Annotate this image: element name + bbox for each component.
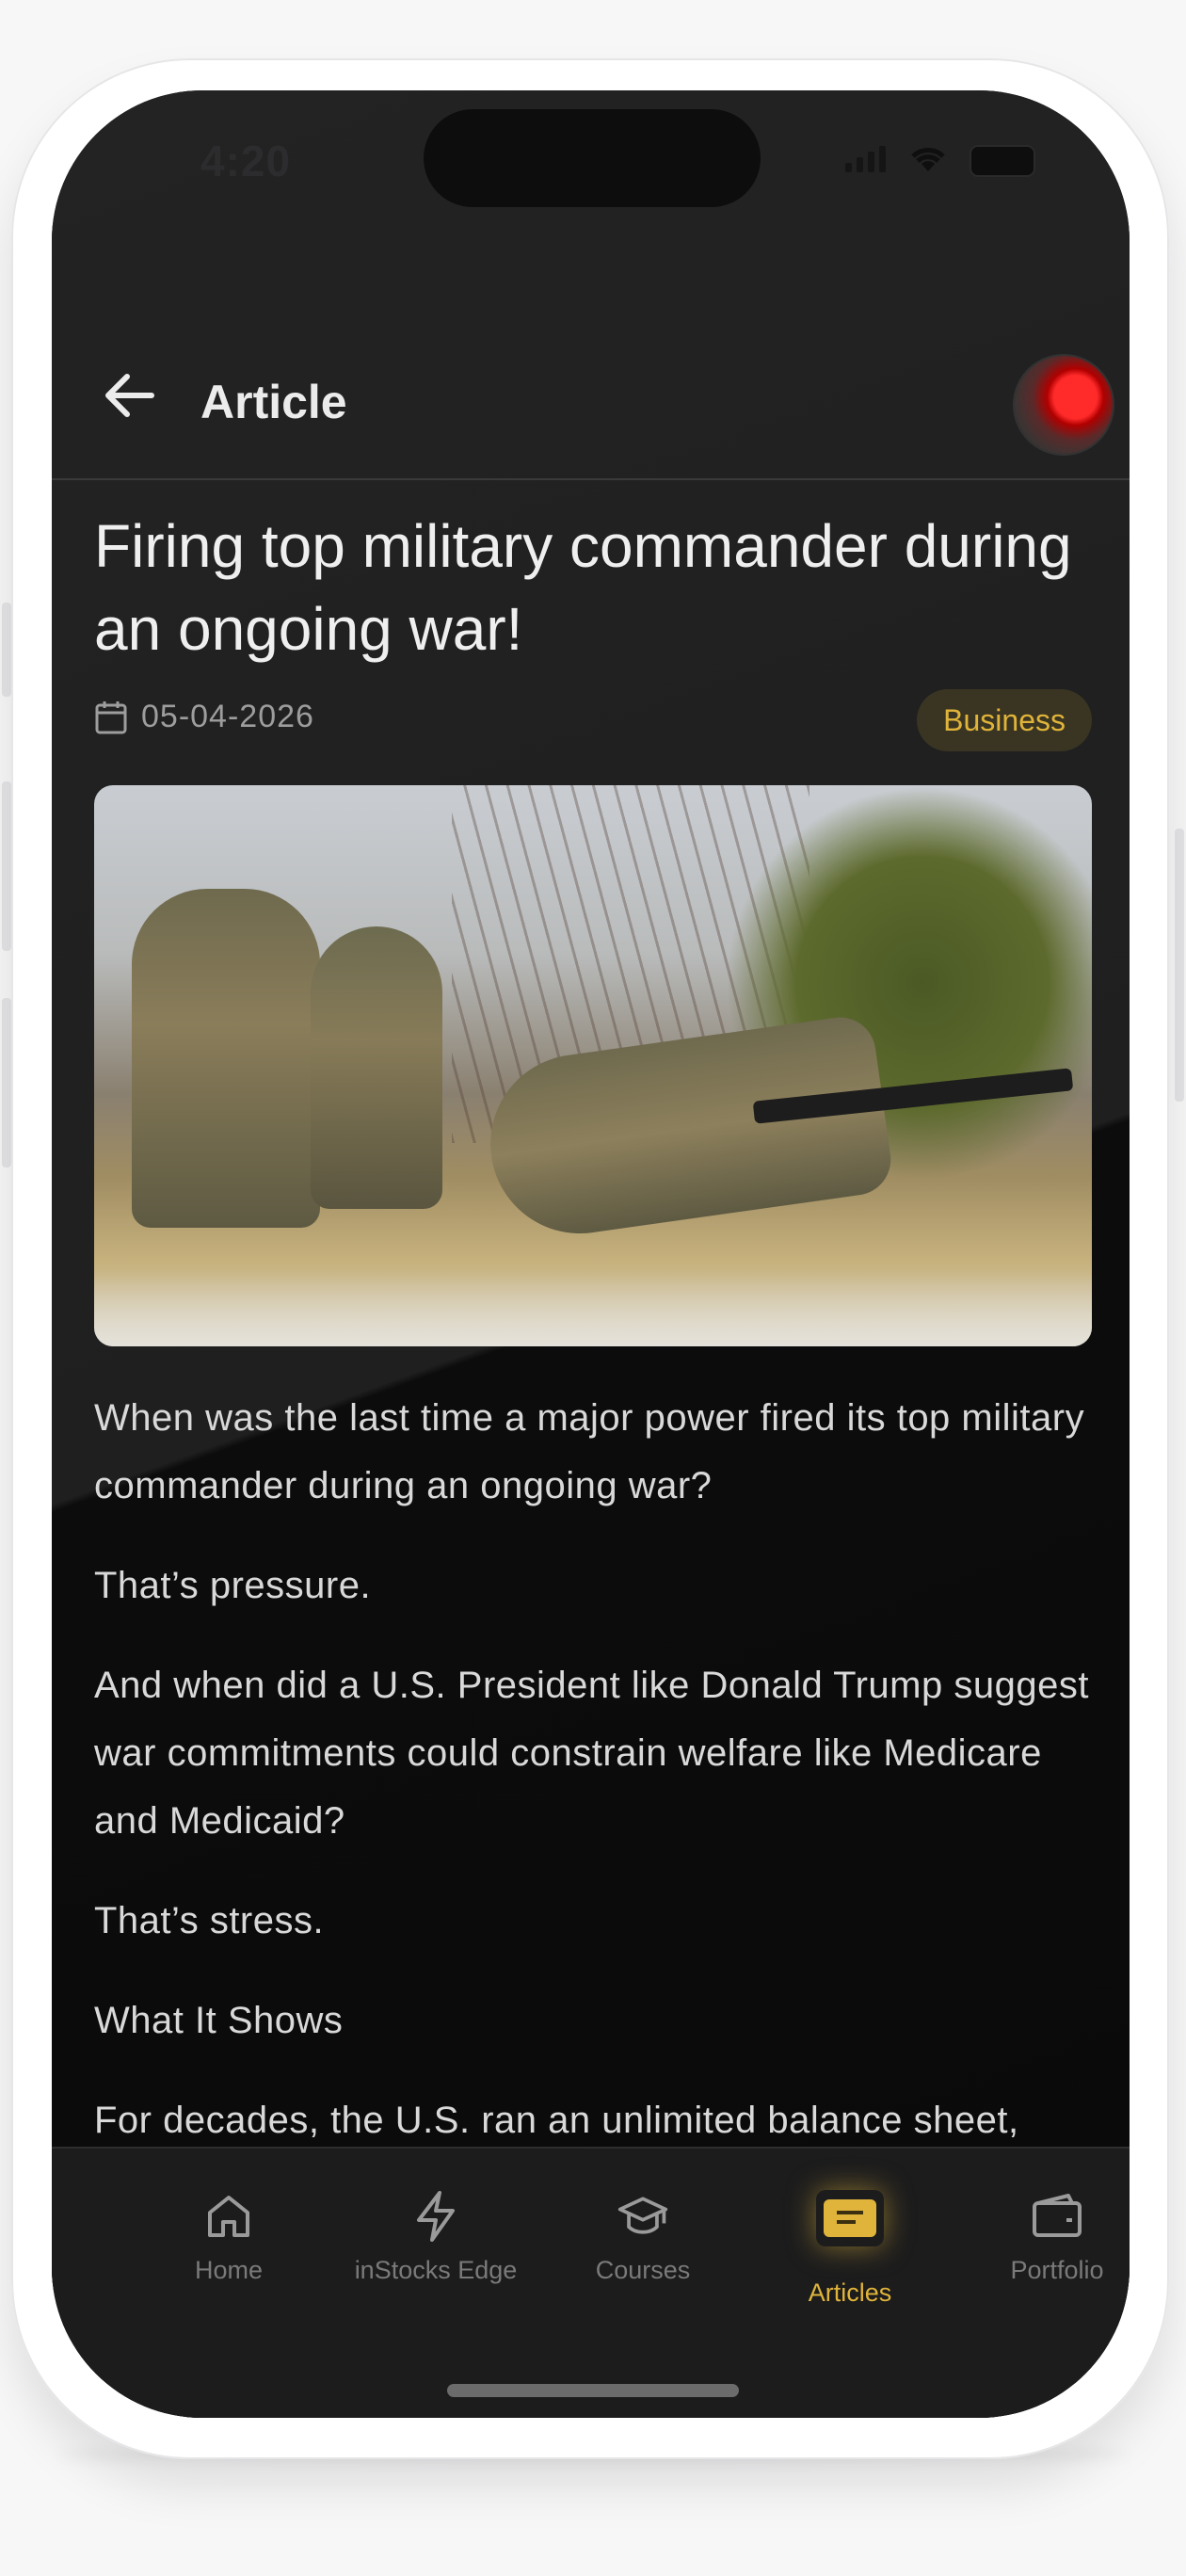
- article-date-text: 05-04-2026: [141, 699, 314, 734]
- nav-label: inStocks Edge: [354, 2256, 518, 2284]
- article-meta: 05-04-2026 Business: [94, 684, 1092, 759]
- nav-label: Portfolio: [1010, 2256, 1104, 2284]
- image-soldier-kneeling: [132, 889, 320, 1228]
- page-title: Article: [200, 376, 347, 428]
- home-icon: [202, 2190, 255, 2243]
- image-ground: [94, 1271, 1092, 1346]
- nav-item-articles[interactable]: Articles: [746, 2190, 954, 2308]
- nav-item-home[interactable]: Home: [125, 2190, 332, 2285]
- nav-label: Articles: [808, 2278, 892, 2307]
- article-paragraph: When was the last time a major power fir…: [94, 1397, 1085, 1506]
- home-indicator[interactable]: [447, 2384, 739, 2397]
- article-hero-image: [94, 785, 1092, 1346]
- article-paragraph: What It Shows: [94, 2000, 344, 2041]
- nav-item-instocks-edge[interactable]: inStocks Edge: [332, 2190, 539, 2285]
- article-body: When was the last time a major power fir…: [94, 1384, 1092, 2222]
- arrow-left-icon: [105, 374, 154, 417]
- side-button-volume-down: [2, 998, 11, 1167]
- graduation-cap-icon: [617, 2190, 669, 2243]
- phone-screen: 4:20 Article Firing top military command…: [52, 90, 1130, 2418]
- article-title: Firing top military commander during an …: [94, 512, 1072, 663]
- image-soldier-crouching: [311, 926, 442, 1209]
- category-badge[interactable]: Business: [917, 689, 1092, 751]
- side-button-volume-up: [2, 781, 11, 951]
- side-button-power: [1175, 829, 1184, 1102]
- articles-icon: [816, 2190, 884, 2246]
- signal-icon: [845, 144, 887, 177]
- article-paragraph: That’s stress.: [94, 1900, 325, 1941]
- nav-label: Courses: [595, 2256, 691, 2284]
- wifi-icon: [907, 143, 949, 178]
- dynamic-island: [424, 109, 761, 207]
- article-content: Firing top military commander during an …: [94, 505, 1092, 2254]
- bottom-navigation: Home inStocks Edge Courses Articles Port…: [52, 2147, 1130, 2418]
- nav-item-portfolio[interactable]: Portfolio: [954, 2190, 1130, 2285]
- article-paragraph: That’s pressure.: [94, 1565, 372, 1606]
- avatar[interactable]: [1015, 356, 1113, 454]
- wallet-icon: [1031, 2190, 1083, 2243]
- nav-label: Home: [194, 2256, 264, 2284]
- status-time: 4:20: [200, 137, 292, 185]
- back-button[interactable]: [99, 369, 159, 422]
- article-date: 05-04-2026: [94, 699, 314, 735]
- calendar-icon: [95, 700, 127, 733]
- lightning-icon: [409, 2190, 462, 2243]
- nav-item-courses[interactable]: Courses: [539, 2190, 746, 2285]
- article-paragraph: And when did a U.S. President like Donal…: [94, 1665, 1089, 1842]
- status-icons: [845, 143, 1035, 178]
- side-button-action: [2, 603, 11, 697]
- app-header: Article: [52, 269, 1130, 480]
- battery-icon: [970, 144, 1035, 177]
